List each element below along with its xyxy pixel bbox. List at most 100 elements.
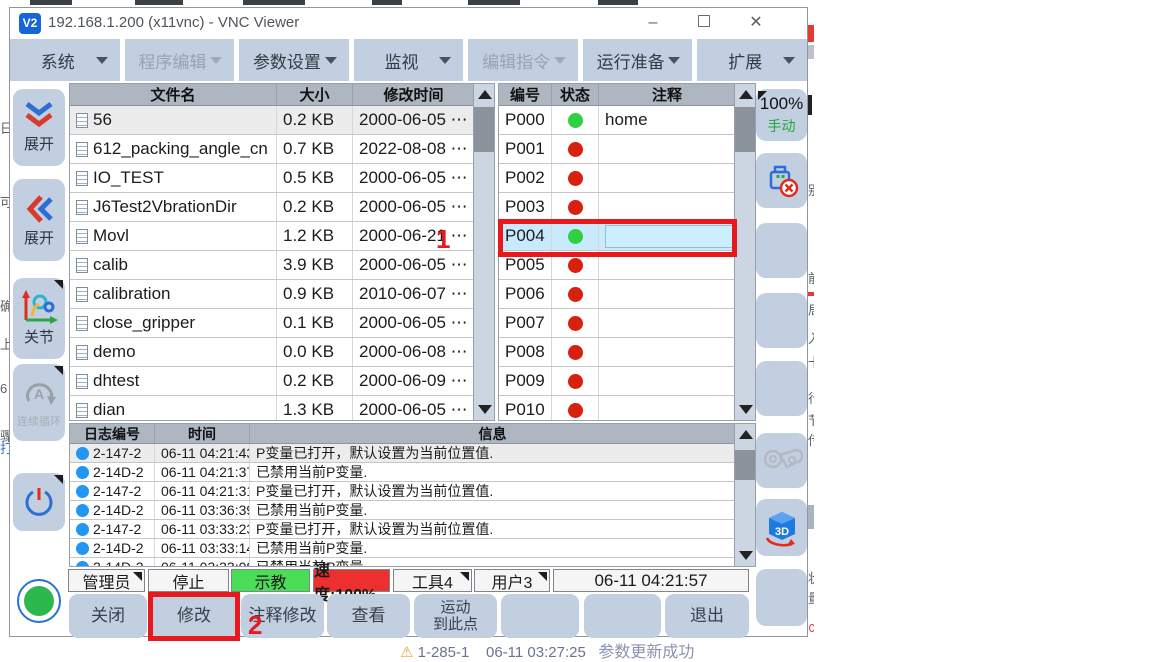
menu-edit-instruction[interactable]: 编辑指令 [468, 39, 578, 81]
minimize-button[interactable]: – [640, 10, 666, 36]
move-label-2: 到此点 [433, 616, 478, 633]
p-variable-row[interactable]: P010 [499, 396, 755, 421]
p-variable-row[interactable]: P002 [499, 164, 755, 193]
file-row[interactable]: IO_TEST0.5 KB2000-06-05 ⋯ [70, 164, 494, 193]
p-id-cell: P010 [499, 396, 552, 421]
log-row[interactable]: 2-14D-206-11 04:21:37已禁用当前P变量. [70, 463, 755, 482]
maximize-button[interactable] [691, 10, 717, 36]
file-row[interactable]: close_gripper0.1 KB2000-06-05 ⋯ [70, 309, 494, 338]
file-modified-cell: 2000-06-21 ⋯ [353, 222, 474, 250]
red-status-icon [568, 403, 583, 418]
scroll-down-icon[interactable] [739, 551, 753, 560]
expand-down-button[interactable]: 展开 [13, 89, 65, 166]
p-variable-row[interactable]: P000home [499, 106, 755, 135]
p-variable-row[interactable]: P009 [499, 367, 755, 396]
log-row[interactable]: 2-147-206-11 04:21:31P变量已打开，默认设置为当前位置值. [70, 482, 755, 501]
exit-button[interactable]: 退出 [665, 594, 749, 638]
scroll-up-icon[interactable] [739, 430, 753, 439]
speed-badge[interactable]: 速度:100% [313, 569, 390, 592]
log-id-cell: 2-14D-2 [70, 501, 155, 519]
servo-on-icon [17, 579, 61, 623]
log-message-cell: P变量已打开，默认设置为当前位置值. [250, 482, 735, 500]
continuous-loop-button[interactable]: A 连续循环 [13, 364, 65, 441]
blank-side-button-4[interactable] [756, 569, 807, 626]
menu-program-edit[interactable]: 程序编辑 [125, 39, 235, 81]
usb-status-button[interactable] [756, 153, 807, 208]
menu-extension[interactable]: 扩展 [697, 39, 807, 81]
file-row[interactable]: dian1.3 KB2000-06-05 ⋯ [70, 396, 494, 421]
info-icon [76, 466, 89, 479]
file-row[interactable]: 612_packing_angle_cn0.7 KB2022-08-08 ⋯ [70, 135, 494, 164]
p-variable-row[interactable]: P006 [499, 280, 755, 309]
operator-level-badge[interactable]: 管理员 [68, 569, 145, 592]
log-row[interactable]: 2-14D-206-11 03:33:14已禁用当前P变量. [70, 539, 755, 558]
blank-side-button-1[interactable] [756, 223, 807, 278]
chevron-down-icon [325, 57, 337, 64]
log-row[interactable]: 2-147-206-11 03:33:23P变量已打开，默认设置为当前位置值. [70, 520, 755, 539]
blank-button-2[interactable] [584, 594, 661, 638]
file-row[interactable]: calib3.9 KB2000-06-05 ⋯ [70, 251, 494, 280]
joint-mode-button[interactable]: 关节 [13, 278, 65, 359]
scroll-up-icon[interactable] [739, 90, 753, 99]
window-titlebar[interactable]: V2 192.168.1.200 (x11vnc) - VNC Viewer –… [10, 8, 807, 39]
scroll-down-icon[interactable] [739, 405, 753, 414]
menu-run-prepare[interactable]: 运行准备 [583, 39, 693, 81]
double-chevron-down-icon [22, 101, 56, 131]
log-table-scrollbar[interactable] [734, 424, 755, 566]
tool-frame-badge[interactable]: 工具4 [393, 569, 472, 592]
file-size-cell: 0.2 KB [277, 106, 353, 134]
log-time-header: 时间 [155, 424, 250, 443]
file-table-scrollbar[interactable] [473, 84, 494, 420]
close-button[interactable]: ✕ [743, 10, 769, 36]
log-row[interactable]: 2-14D-206-11 03:33:08已禁用当前P变量. [70, 558, 755, 567]
view-button[interactable]: 查看 [327, 594, 410, 638]
file-row[interactable]: calibration0.9 KB2010-06-07 ⋯ [70, 280, 494, 309]
file-row[interactable]: J6Test2VbrationDir0.2 KB2000-06-05 ⋯ [70, 193, 494, 222]
red-status-icon [568, 258, 583, 273]
scrollbar-thumb[interactable] [735, 450, 755, 480]
file-name-cell: Movl [70, 222, 277, 250]
svg-text:A: A [34, 386, 44, 402]
file-row[interactable]: 560.2 KB2000-06-05 ⋯ [70, 106, 494, 135]
p-variable-row[interactable]: P008 [499, 338, 755, 367]
p-status-cell [552, 309, 599, 337]
file-row[interactable]: demo0.0 KB2000-06-08 ⋯ [70, 338, 494, 367]
p-table-scrollbar[interactable] [734, 84, 755, 420]
move-to-point-button[interactable]: 运动 到此点 [414, 594, 497, 638]
user-frame-badge[interactable]: 用户3 [474, 569, 550, 592]
blank-side-button-3[interactable] [756, 361, 807, 416]
log-time-cell: 06-11 03:33:08 [155, 558, 250, 567]
p-variable-row[interactable]: P003 [499, 193, 755, 222]
log-message-cell: P变量已打开，默认设置为当前位置值. [250, 444, 735, 462]
scroll-up-icon[interactable] [478, 90, 492, 99]
log-row[interactable]: 2-147-206-11 04:21:43P变量已打开，默认设置为当前位置值. [70, 444, 755, 463]
scrollbar-thumb[interactable] [474, 107, 494, 152]
scrollbar-thumb[interactable] [735, 107, 755, 152]
info-icon [76, 447, 89, 460]
run-state-badge[interactable]: 停止 [148, 569, 229, 592]
blank-button-1[interactable] [501, 594, 579, 638]
blank-side-button-2[interactable] [756, 293, 807, 348]
scroll-down-icon[interactable] [478, 405, 492, 414]
expand-left-button[interactable]: 展开 [13, 179, 65, 261]
menu-monitor[interactable]: 监视 [354, 39, 464, 81]
teach-mode-badge[interactable]: 示教 [231, 569, 310, 592]
hand-guide-button[interactable] [756, 433, 807, 488]
p-variable-row[interactable]: P001 [499, 135, 755, 164]
p-id-cell: P006 [499, 280, 552, 308]
servo-status-button[interactable] [13, 571, 65, 631]
menu-system[interactable]: 系统 [10, 39, 120, 81]
view-3d-button[interactable]: 3D [756, 499, 807, 556]
power-button[interactable] [13, 473, 65, 531]
p-comment-cell [599, 367, 735, 395]
menu-parameter-settings[interactable]: 参数设置 [239, 39, 349, 81]
speed-mode-button[interactable]: 100% 手动 [756, 89, 807, 141]
close-file-button[interactable]: 关闭 [69, 594, 147, 638]
file-row[interactable]: Movl1.2 KB2000-06-21 ⋯ [70, 222, 494, 251]
file-row[interactable]: dhtest0.2 KB2000-06-09 ⋯ [70, 367, 494, 396]
log-row[interactable]: 2-14D-206-11 03:36:39已禁用当前P变量. [70, 501, 755, 520]
fragment: 确 [0, 296, 9, 315]
p-comment-cell [599, 135, 735, 163]
p-variable-row[interactable]: P007 [499, 309, 755, 338]
p-status-cell [552, 106, 599, 134]
